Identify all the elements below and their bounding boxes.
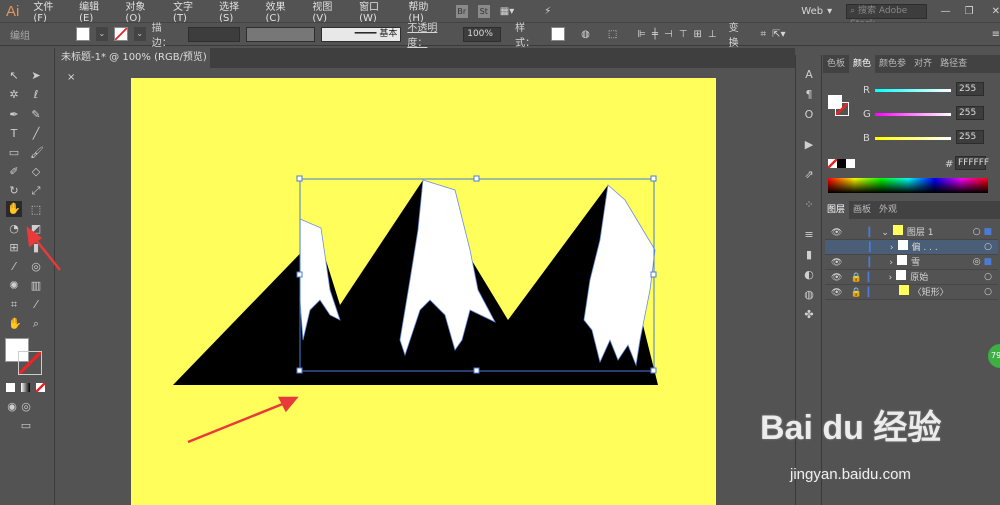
b-label: B xyxy=(863,133,870,144)
layer-thumbnail xyxy=(897,240,908,250)
transparency-panel-icon[interactable]: ◐ xyxy=(803,269,815,281)
watermark-url: jingyan.baidu.com xyxy=(790,466,911,483)
links-panel-icon[interactable]: ⁘ xyxy=(803,199,815,211)
layer-thumbnail xyxy=(896,255,907,265)
baidu-watermark: Bai du 经验 xyxy=(760,409,942,447)
layer-name[interactable]: 〈矩形〉 xyxy=(913,288,949,298)
layer-name[interactable]: 偏 . . . xyxy=(912,243,938,253)
layer-thumbnail xyxy=(898,285,909,295)
g-label: G xyxy=(863,109,871,120)
appearance-panel-icon[interactable]: ◍ xyxy=(803,289,815,301)
layer-row[interactable]: 👁 ▎ ⌄ 图层 1 ○ ■ xyxy=(825,225,998,240)
tab-pathfinder[interactable]: 路径查 xyxy=(936,55,971,73)
layer-row[interactable]: 👁 ▎ › 雪 ◎ ■ xyxy=(825,255,998,270)
layers-panel-tabs: 图层 画板 外观 xyxy=(823,201,1000,219)
color-stroke-box[interactable] xyxy=(835,102,849,116)
b-value-input[interactable]: 255 xyxy=(956,130,984,144)
red-arrow-canvas xyxy=(187,396,299,444)
black-swatch[interactable] xyxy=(837,159,846,168)
layer-row[interactable]: ▎ › 偏 . . . ○ xyxy=(825,240,998,255)
color-spectrum[interactable] xyxy=(828,178,988,193)
r-slider[interactable] xyxy=(875,89,951,92)
hex-label: # xyxy=(945,159,954,170)
layer-name[interactable]: 原始 xyxy=(910,273,928,283)
white-swatch[interactable] xyxy=(846,159,855,168)
layer-name[interactable]: 图层 1 xyxy=(907,228,934,238)
g-value-input[interactable]: 255 xyxy=(956,106,984,120)
layer-row[interactable]: 👁 🔒 ▎ › 原始 ○ xyxy=(825,270,998,285)
stroke-panel-icon[interactable]: ≡ xyxy=(803,229,815,241)
tab-appearance[interactable]: 外观 xyxy=(875,201,901,219)
layer-thumbnail xyxy=(892,225,903,235)
export-panel-icon[interactable]: ⇗ xyxy=(803,169,815,181)
b-slider[interactable] xyxy=(875,137,951,140)
none-swatch[interactable] xyxy=(828,159,837,168)
actions-panel-icon[interactable]: ▶ xyxy=(803,139,815,151)
r-value-input[interactable]: 255 xyxy=(956,82,984,96)
paragraph-panel-icon[interactable]: ¶ xyxy=(803,89,815,101)
tab-color-guide[interactable]: 颜色参 xyxy=(875,55,910,73)
red-arrow-toolbar xyxy=(26,226,61,271)
character-panel-icon[interactable]: A xyxy=(803,69,815,81)
layer-name[interactable]: 雪 xyxy=(911,258,920,268)
gradient-panel-icon[interactable]: ▮ xyxy=(803,249,815,261)
g-slider[interactable] xyxy=(875,113,951,116)
tab-color[interactable]: 颜色 xyxy=(849,55,876,73)
layer-row[interactable]: 👁 🔒 ▎ 〈矩形〉 ○ xyxy=(825,285,998,300)
r-label: R xyxy=(863,85,870,96)
opentype-panel-icon[interactable]: O xyxy=(803,109,815,121)
layer-thumbnail xyxy=(896,270,907,280)
color-panel-tabs: 色板 颜色 颜色参 对齐 路径查 xyxy=(823,55,1000,73)
tab-swatches[interactable]: 色板 xyxy=(823,55,849,73)
tab-align[interactable]: 对齐 xyxy=(910,55,936,73)
tab-layers[interactable]: 图层 xyxy=(823,201,850,219)
hex-input[interactable]: FFFFFF xyxy=(955,156,989,170)
symbols-panel-icon[interactable]: ✤ xyxy=(803,309,815,321)
tab-artboards[interactable]: 画板 xyxy=(849,201,875,219)
